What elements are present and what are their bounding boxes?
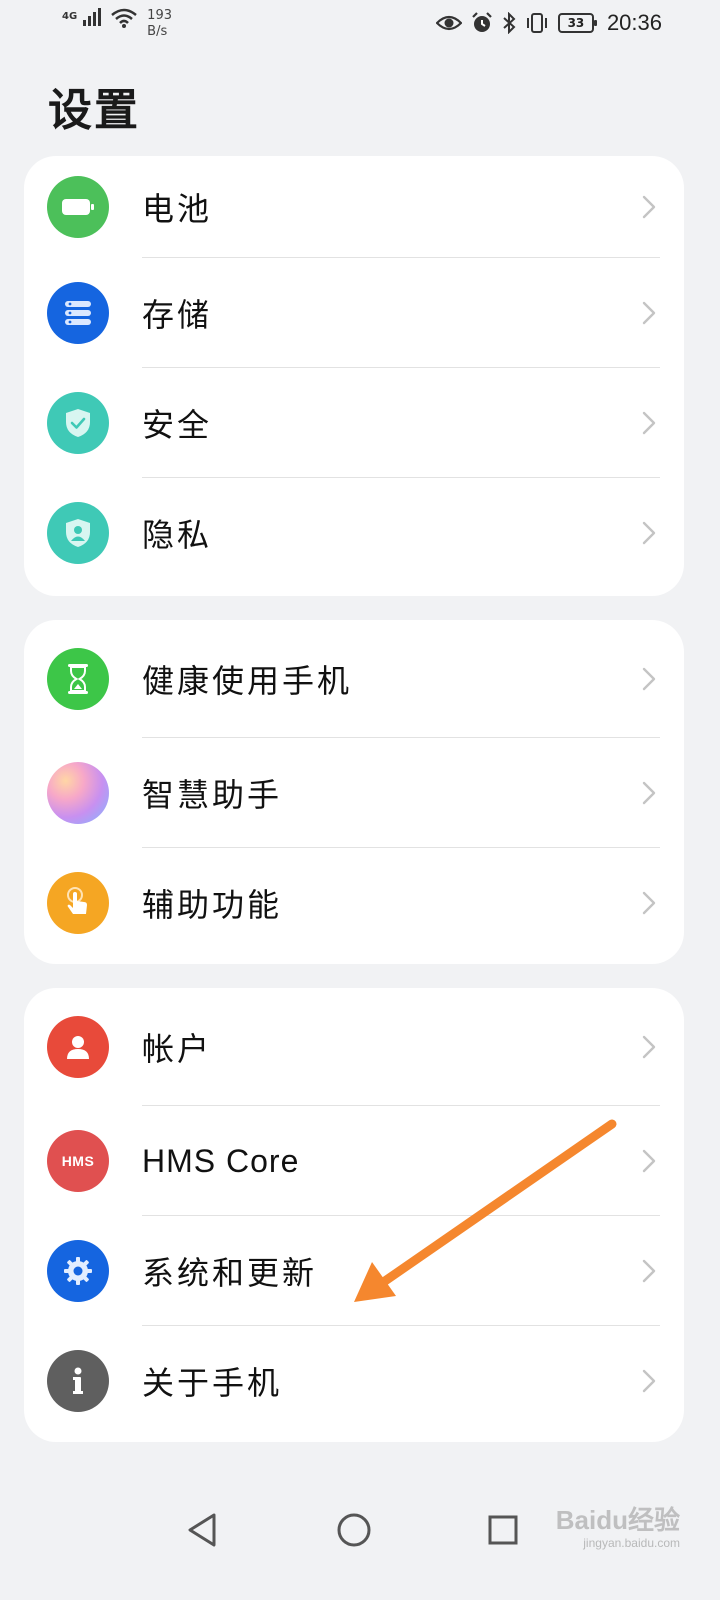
shield-check-icon xyxy=(47,392,109,454)
network-type: 4G xyxy=(62,11,78,22)
battery-icon xyxy=(47,176,109,238)
hms-icon: HMS xyxy=(47,1130,109,1192)
chevron-right-icon xyxy=(642,1149,656,1173)
settings-item-label: 辅助功能 xyxy=(142,886,283,924)
clock: 20:36 xyxy=(606,10,662,35)
back-button[interactable] xyxy=(182,1510,222,1550)
chevron-right-icon xyxy=(642,411,656,435)
vibrate-icon xyxy=(526,13,547,33)
chevron-right-icon xyxy=(642,1035,656,1059)
settings-item-label: 隐私 xyxy=(142,516,213,554)
settings-item-hms-core[interactable]: HMS HMS Core xyxy=(24,1106,684,1216)
hourglass-icon xyxy=(47,648,109,710)
info-icon xyxy=(47,1350,109,1412)
settings-item-label: 智慧助手 xyxy=(142,776,283,814)
settings-item-label: 健康使用手机 xyxy=(142,662,353,700)
settings-item-label: 安全 xyxy=(142,406,213,444)
chevron-right-icon xyxy=(642,667,656,691)
settings-item-label: 系统和更新 xyxy=(142,1254,318,1292)
recent-apps-icon xyxy=(488,1515,518,1545)
settings-item-battery[interactable]: 电池 xyxy=(24,156,684,258)
user-icon xyxy=(47,1016,109,1078)
cellular-signal-icon xyxy=(83,8,102,26)
battery-indicator-icon: 33 xyxy=(557,13,597,33)
status-right: 33 20:36 xyxy=(435,10,662,36)
storage-icon xyxy=(47,282,109,344)
status-left: 4G 193 B/s xyxy=(62,8,172,40)
chevron-right-icon xyxy=(642,891,656,915)
eye-comfort-icon xyxy=(435,15,462,31)
watermark-url: jingyan.baidu.com xyxy=(583,1536,680,1550)
settings-item-system-update[interactable]: 系统和更新 xyxy=(24,1216,684,1326)
settings-item-label: 存储 xyxy=(142,296,213,334)
page-title: 设置 xyxy=(48,85,140,136)
network-speed: 193 B/s xyxy=(147,8,172,39)
home-icon xyxy=(337,1513,371,1547)
settings-item-label: 电池 xyxy=(142,190,213,228)
alarm-icon xyxy=(472,12,492,32)
privacy-shield-icon xyxy=(47,502,109,564)
settings-item-accessibility[interactable]: 辅助功能 xyxy=(24,848,684,958)
chevron-right-icon xyxy=(642,1259,656,1283)
chevron-right-icon xyxy=(642,1369,656,1393)
settings-group-1: 电池 存储 安全 隐私 xyxy=(24,156,684,596)
settings-item-digital-balance[interactable]: 健康使用手机 xyxy=(24,620,684,738)
settings-item-label: HMS Core xyxy=(142,1142,300,1179)
settings-group-3: 帐户 HMS HMS Core 系统和更新 关于手机 xyxy=(24,988,684,1442)
chevron-right-icon xyxy=(642,301,656,325)
recent-apps-button[interactable] xyxy=(483,1510,523,1550)
status-bar: 4G 193 B/s 33 20:36 xyxy=(0,0,720,50)
gear-icon xyxy=(47,1240,109,1302)
watermark-logo: Baidu经验 xyxy=(555,1505,680,1535)
chevron-right-icon xyxy=(642,521,656,545)
settings-item-smart-assistant[interactable]: 智慧助手 xyxy=(24,738,684,848)
assistant-orb-icon xyxy=(47,762,109,824)
settings-item-accounts[interactable]: 帐户 xyxy=(24,988,684,1106)
hand-pointer-icon xyxy=(47,872,109,934)
wifi-icon xyxy=(111,8,137,28)
watermark: Baidu经验 jingyan.baidu.com xyxy=(550,1500,680,1560)
settings-item-label: 关于手机 xyxy=(142,1364,283,1402)
chevron-right-icon xyxy=(642,195,656,219)
settings-item-about-phone[interactable]: 关于手机 xyxy=(24,1326,684,1436)
home-button[interactable] xyxy=(334,1510,374,1550)
settings-item-privacy[interactable]: 隐私 xyxy=(24,478,684,588)
back-icon xyxy=(188,1513,216,1547)
bluetooth-icon xyxy=(503,12,516,34)
settings-item-label: 帐户 xyxy=(142,1030,213,1068)
settings-item-security[interactable]: 安全 xyxy=(24,368,684,478)
settings-group-2: 健康使用手机 智慧助手 辅助功能 xyxy=(24,620,684,964)
chevron-right-icon xyxy=(642,781,656,805)
settings-item-storage[interactable]: 存储 xyxy=(24,258,684,368)
hms-icon-text: HMS xyxy=(61,1153,95,1169)
